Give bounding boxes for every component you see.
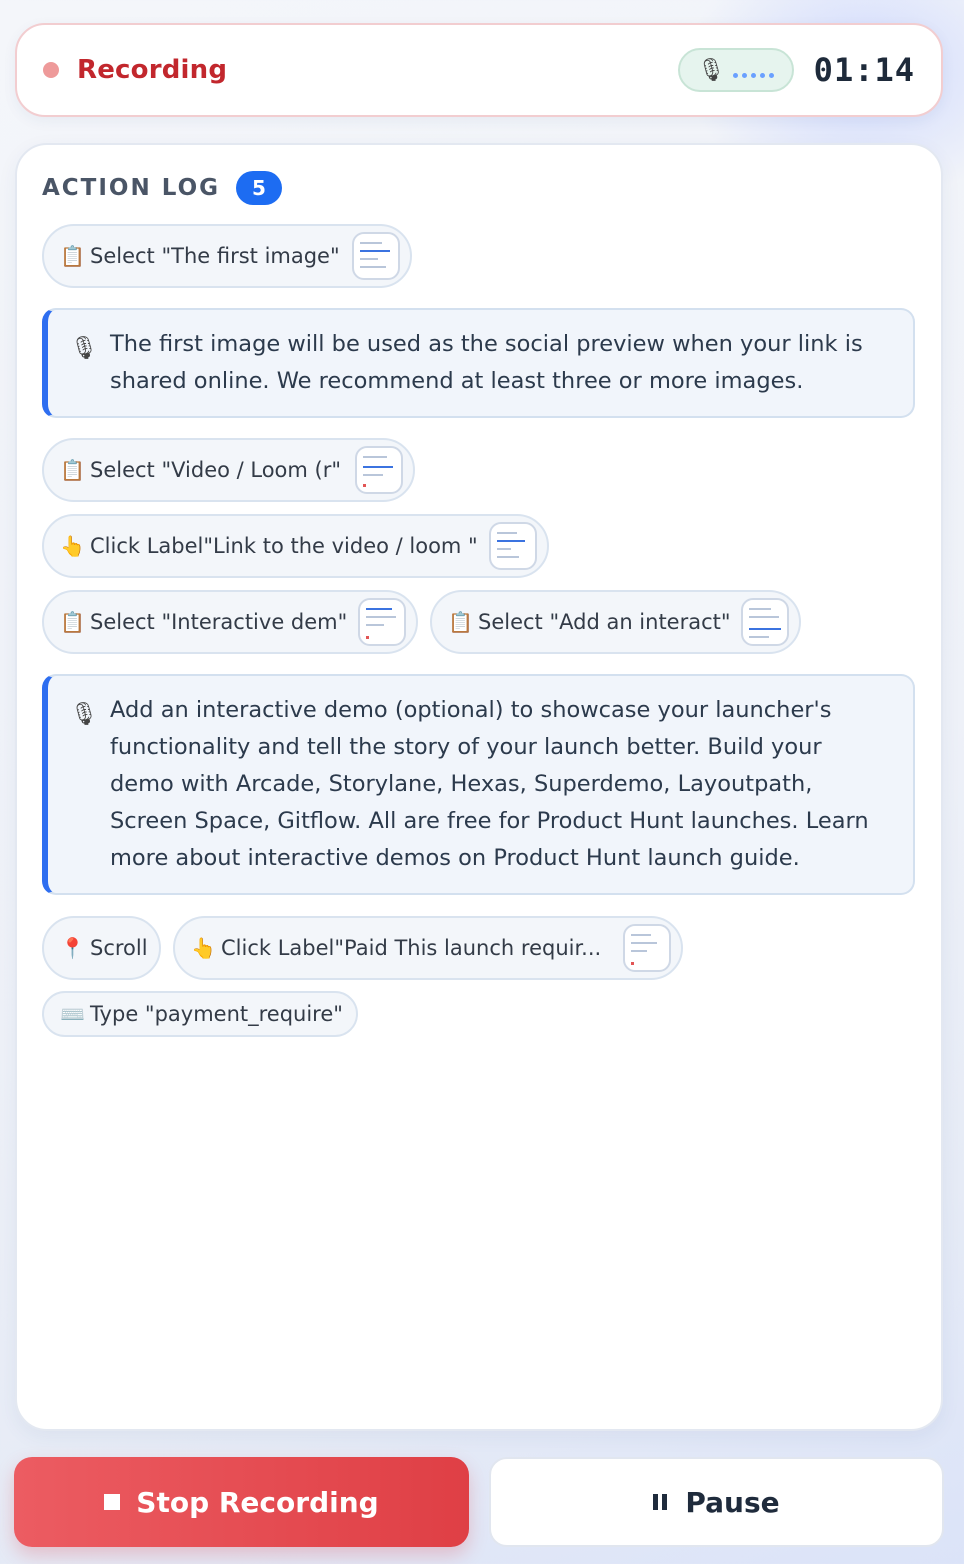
action-log-title: ACTION LOG: [42, 175, 221, 201]
action-chip-select[interactable]: 📋 Select "Add an interact": [430, 590, 801, 654]
action-log-panel: ACTION LOG 5 📋 Select "The first image" …: [15, 143, 943, 1431]
recording-dot-icon: [43, 62, 59, 78]
screenshot-thumbnail[interactable]: [623, 924, 671, 972]
action-chip-click[interactable]: 👆 Click Label"Link to the video / loom ": [42, 514, 549, 578]
recording-timer: 01:14: [813, 51, 915, 89]
pointing-hand-icon: 👆: [191, 936, 216, 960]
action-label: Click Label"Paid This launch requir...: [221, 936, 602, 960]
clipboard-icon: 📋: [60, 458, 85, 482]
action-count-badge: 5: [236, 171, 283, 205]
clipboard-icon: 📋: [60, 244, 85, 268]
action-chip-scroll[interactable]: 📍 Scroll: [42, 916, 161, 980]
clipboard-icon: 📋: [448, 610, 473, 634]
narration-text: The first image will be used as the soci…: [110, 331, 863, 394]
screenshot-thumbnail[interactable]: [489, 522, 537, 570]
action-label: Select "The first image": [90, 244, 340, 268]
recording-status-bar: Recording 🎙 01:14: [15, 23, 943, 117]
screenshot-thumbnail[interactable]: [355, 446, 403, 494]
audio-level-dots: [733, 72, 775, 78]
stop-recording-button[interactable]: Stop Recording: [14, 1457, 469, 1547]
recording-label: Recording: [77, 55, 228, 85]
clipboard-icon: 📋: [60, 610, 85, 634]
action-chip-select[interactable]: 📋 Select "Video / Loom (r": [42, 438, 415, 502]
action-label: Click Label"Link to the video / loom ": [90, 534, 478, 558]
action-label: Scroll: [90, 936, 148, 960]
mic-level-indicator: 🎙: [677, 48, 794, 92]
microphone-icon: 🎙: [70, 336, 98, 361]
keyboard-icon: ⌨️: [60, 1002, 85, 1026]
screenshot-thumbnail[interactable]: [352, 232, 400, 280]
action-chip-type[interactable]: ⌨️ Type "payment_require": [42, 991, 358, 1037]
pause-icon: [653, 1494, 668, 1510]
action-chip-click[interactable]: 👆 Click Label"Paid This launch requir...: [173, 916, 683, 980]
action-log-header: ACTION LOG 5: [42, 171, 283, 205]
action-chip-select[interactable]: 📋 Select "The first image": [42, 224, 412, 288]
pause-button[interactable]: Pause: [489, 1457, 944, 1547]
pointing-hand-icon: 👆: [60, 534, 85, 558]
action-label: Select "Add an interact": [478, 610, 731, 634]
narration-note: 🎙 The first image will be used as the so…: [42, 308, 915, 418]
pause-label: Pause: [685, 1485, 780, 1519]
microphone-icon: 🎙: [70, 702, 98, 727]
pin-icon: 📍: [60, 936, 85, 960]
stop-recording-label: Stop Recording: [136, 1485, 379, 1519]
action-chip-select[interactable]: 📋 Select "Interactive dem": [42, 590, 418, 654]
narration-text: Add an interactive demo (optional) to sh…: [110, 697, 869, 871]
stop-icon: [104, 1494, 121, 1510]
microphone-icon: 🎙: [697, 57, 726, 83]
screenshot-thumbnail[interactable]: [741, 598, 789, 646]
action-label: Select "Interactive dem": [90, 610, 348, 634]
action-label: Select "Video / Loom (r": [90, 458, 342, 482]
action-label: Type "payment_require": [90, 1002, 343, 1026]
narration-note: 🎙 Add an interactive demo (optional) to …: [42, 674, 915, 895]
screenshot-thumbnail[interactable]: [358, 598, 406, 646]
